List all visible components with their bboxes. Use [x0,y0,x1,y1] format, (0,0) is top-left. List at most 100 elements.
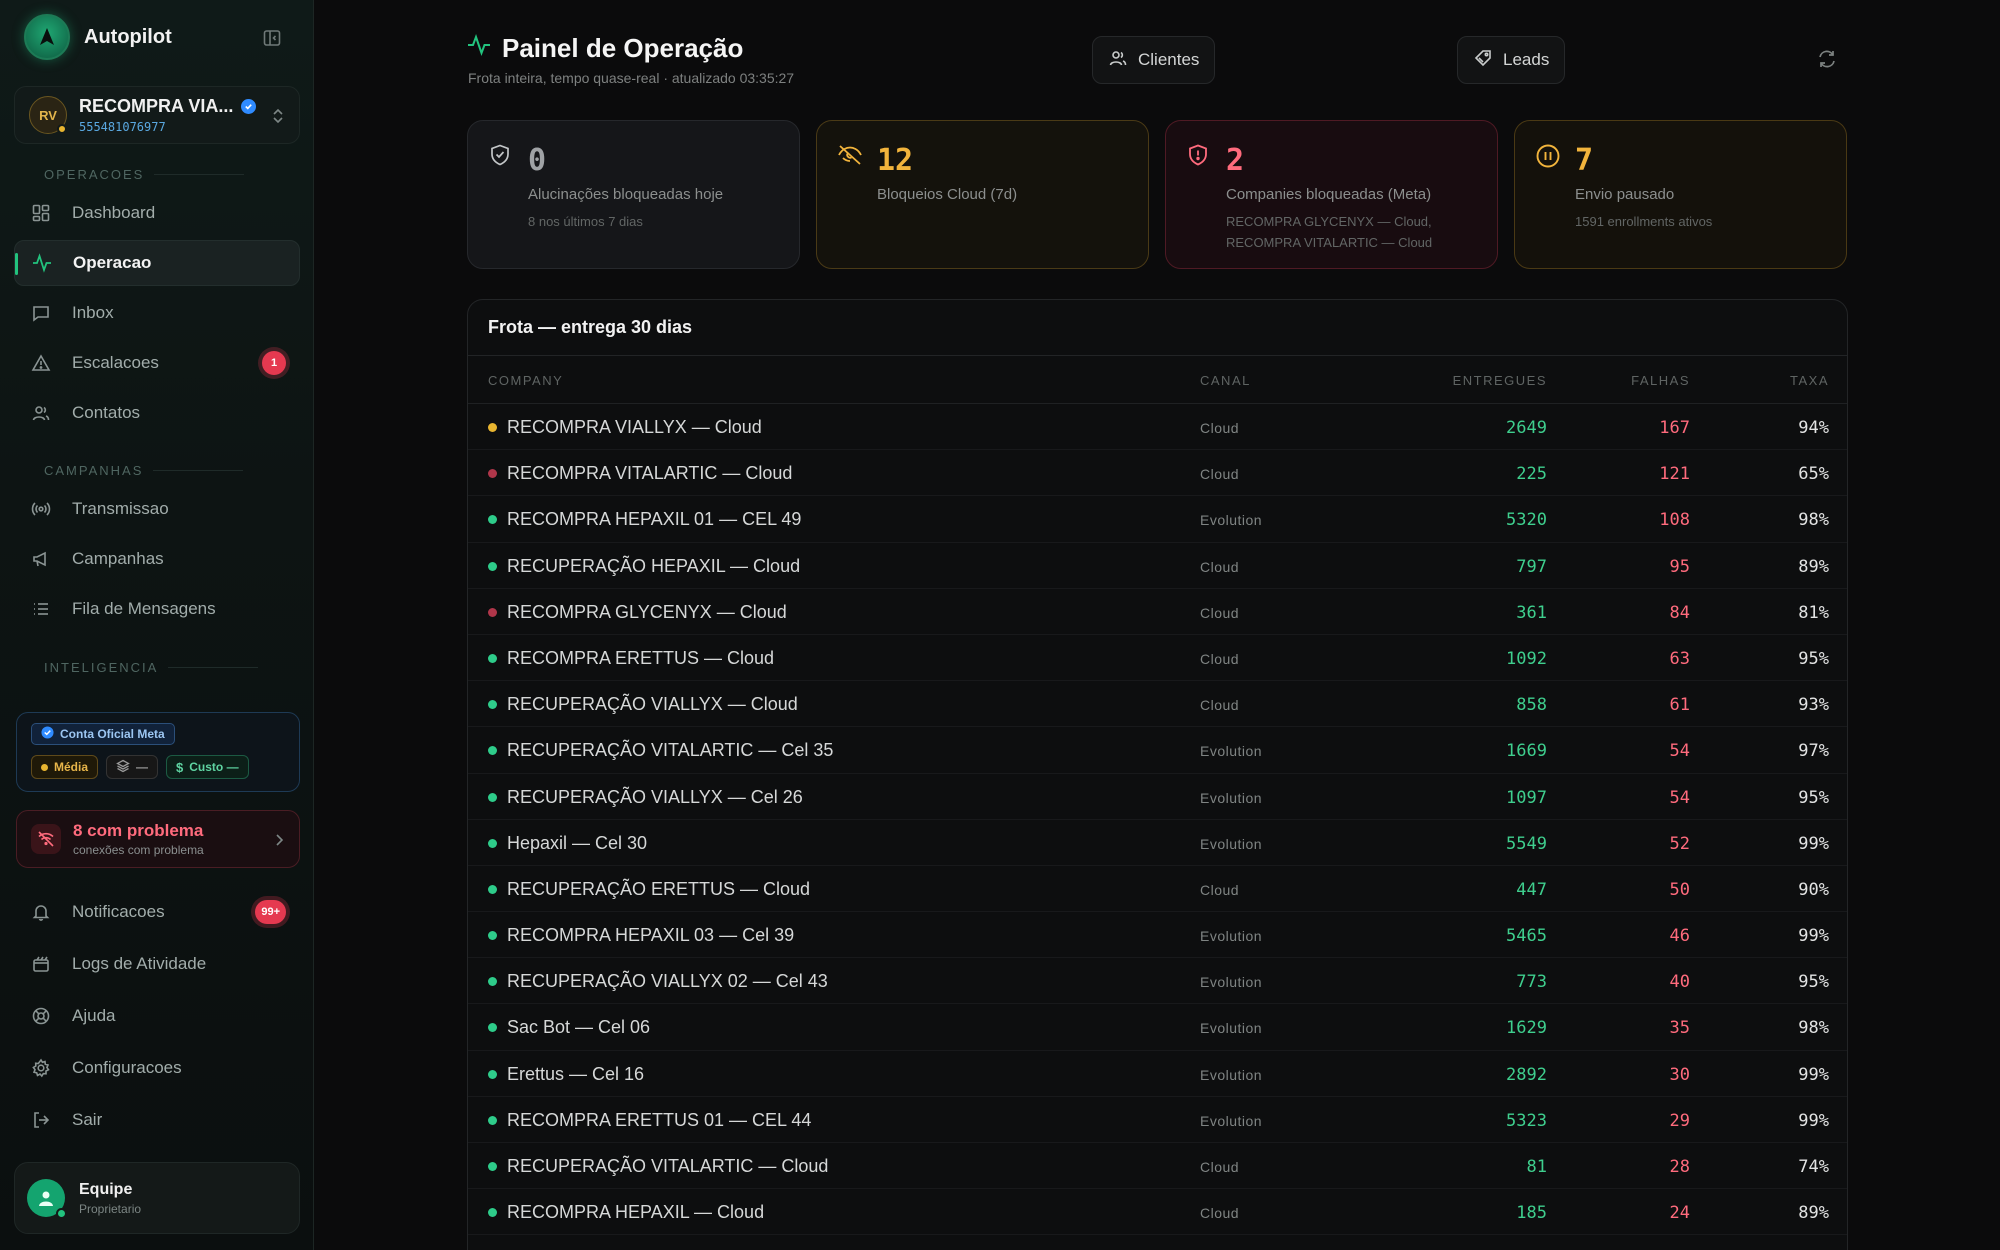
table-row[interactable]: RECOMPRA VIALLYX — Cloud Cloud 2649 167 94% [468,404,1847,451]
sidebar-item-inbox[interactable]: Inbox [14,290,300,336]
sidebar-item-logs-de-atividade[interactable]: Logs de Atividade [14,941,300,987]
sidebar-item-ajuda[interactable]: Ajuda [14,993,300,1039]
blocked-companies-label: Companies bloqueadas (Meta) [1226,186,1432,203]
canal-cell: Evolution [1200,835,1263,852]
table-row[interactable]: Sac Bot — Cel 06 Evolution 1629 35 98% [468,1004,1847,1051]
taxa-cell: 99% [1798,926,1829,947]
taxa-cell: 98% [1798,1018,1829,1039]
sidebar-item-configuracoes[interactable]: Configuracoes [14,1045,300,1091]
company-cell: RECUPERAÇÃO VIALLYX — Cloud [488,694,798,715]
app-name: Autopilot [84,25,172,48]
meta-account-status[interactable]: Conta Oficial Meta Média — $ Custo — [16,712,300,792]
taxa-cell: 89% [1798,556,1829,577]
col-taxa[interactable]: TAXA [1790,373,1829,388]
taxa-cell: 89% [1798,1203,1829,1224]
hallucinations-value: 0 [528,143,547,178]
status-dot [488,515,497,525]
hallucinations-label: Alucinações bloqueadas hoje [528,186,724,203]
user-role: Proprietario [79,1201,142,1216]
col-company[interactable]: COMPANY [488,373,563,388]
problems-subtitle: conexões com problema [73,843,204,857]
sidebar-collapse-icon[interactable] [262,28,282,48]
status-dot [488,1208,497,1218]
canal-cell: Cloud [1200,558,1240,575]
status-dot [488,746,497,756]
company-cell: Erettus — Cel 16 [488,1064,644,1085]
entregues-cell: 361 [1516,602,1547,623]
verified-icon [241,99,257,114]
sidebar-item-label: Dashboard [72,203,156,222]
leads-button[interactable]: Leads [1457,36,1566,84]
table-row[interactable]: RECUPERAÇÃO VITALARTIC — Cel 35 Evolution… [468,727,1847,774]
company-cell: RECUPERAÇÃO VIALLYX 02 — Cel 43 [488,971,828,992]
sidebar-item-dashboard[interactable]: Dashboard [14,190,300,236]
table-row[interactable]: RECOMPRA ERETTUS — Cloud Cloud 1092 63 95% [468,635,1847,682]
table-row[interactable]: RECOMPRA HEPAXIL 01 — CEL 49 Evolution 532… [468,496,1847,543]
entregues-cell: 447 [1516,879,1547,900]
sidebar-item-campanhas[interactable]: Campanhas [14,536,300,582]
sidebar-item-escalacoes[interactable]: Escalacoes 1 [14,340,300,386]
taxa-cell: 99% [1798,833,1829,854]
table-row[interactable]: RECOMPRA HEPAXIL — Cloud Cloud 185 24 89% [468,1189,1847,1236]
table-row[interactable]: RECOMPRA HEPAXIL 03 — Cel 39 Evolution 546… [468,912,1847,959]
falhas-cell: 52 [1669,833,1690,854]
table-row[interactable]: RECUPERAÇÃO VITALARTIC — Cloud Cloud 81 28 7… [468,1143,1847,1190]
entregues-cell: 858 [1516,695,1547,716]
table-row[interactable]: RECUPERAÇÃO VIALLYX — Cloud Cloud 858 61 93% [468,681,1847,728]
table-row[interactable]: Hepaxil — Cel 30 Evolution 5549 52 99% [468,820,1847,866]
table-row[interactable]: RECOMPRA VITALARTIC — Cloud Cloud 225 121 65… [468,450,1847,497]
megaphone-icon [28,546,54,572]
sidebar-item-sair[interactable]: Sair [14,1097,300,1143]
company-name: RECUPERAÇÃO VIALLYX — Cloud [507,694,798,715]
account-switcher[interactable]: RV RECOMPRA VIA... 555481076977 [14,86,300,144]
refresh-icon[interactable] [1816,48,1838,75]
brand[interactable]: Autopilot [24,14,172,60]
company-name: RECOMPRA VITALARTIC — Cloud [507,463,793,484]
company-cell: RECOMPRA ERETTUS 01 — CEL 44 [488,1110,811,1131]
table-row[interactable]: Erettus — Cel 16 Evolution 2892 30 99% [468,1051,1847,1097]
table-row[interactable]: RECUPERAÇÃO ERETTUS — Cloud Cloud 447 50 90% [468,866,1847,913]
sidebar-item-fila-de-mensagens[interactable]: Fila de Mensagens [14,586,300,632]
quality-dot [41,763,48,771]
table-row[interactable]: RECOMPRA GLYCENYX — Cloud Cloud 361 84 81% [468,589,1847,635]
main-content: Painel de Operação Frota inteira, tempo … [314,0,2000,1250]
paused-sending-value: 7 [1575,143,1594,178]
layers-icon [116,759,130,776]
company-name: RECUPERAÇÃO HEPAXIL — Cloud [507,555,801,576]
broadcast-icon [28,496,54,522]
sidebar-item-contatos[interactable]: Contatos [14,390,300,436]
col-falhas[interactable]: FALHAS [1631,373,1690,388]
taxa-cell: 65% [1798,464,1829,485]
col-canal[interactable]: CANAL [1200,373,1251,388]
status-dot [488,469,497,479]
clients-button[interactable]: Clientes [1092,36,1216,84]
user-menu[interactable]: Equipe Proprietario [14,1162,300,1234]
status-dot [488,653,497,663]
table-row[interactable]: RECOMPRA ERETTUS 01 — CEL 44 Evolution 532… [468,1097,1847,1143]
status-dot [488,931,497,941]
table-row[interactable]: RECUPERAÇÃO VIALLYX 02 — Cel 43 Evolution… [468,958,1847,1005]
canal-cell: Evolution [1200,974,1263,991]
table-row[interactable]: RECUPERAÇÃO VIALLYX — Cel 26 Evolution 109… [468,774,1847,820]
sidebar-item-operacao[interactable]: Operacao [14,240,300,286]
grid-icon [28,200,54,226]
entregues-cell: 1097 [1506,787,1547,808]
sidebar-item-label: Sair [72,1110,103,1129]
sidebar-item-notificacoes[interactable]: Notificacoes 99+ [14,889,300,935]
canal-cell: Cloud [1200,604,1240,621]
cloud-blocks-card: 12 Bloqueios Cloud (7d) [816,120,1149,269]
company-name: RECUPERAÇÃO VITALARTIC — Cel 35 [507,740,834,761]
canal-cell: Cloud [1200,1205,1240,1222]
sidebar-item-transmissao[interactable]: Transmissao [14,486,300,532]
canal-cell: Evolution [1200,1112,1263,1129]
connection-problems-alert[interactable]: 8 com problema conexões com problema [16,810,300,868]
col-entregues[interactable]: ENTREGUES [1453,373,1547,388]
company-name: RECOMPRA HEPAXIL — Cloud [507,1202,765,1223]
status-dot [488,1023,497,1033]
entregues-cell: 773 [1516,972,1547,993]
entregues-cell: 2649 [1506,418,1547,438]
status-dot [488,977,497,987]
status-dot [488,700,497,710]
chevron-updown-icon [271,107,285,130]
table-row[interactable]: RECUPERAÇÃO HEPAXIL — Cloud Cloud 797 95 89% [468,543,1847,589]
